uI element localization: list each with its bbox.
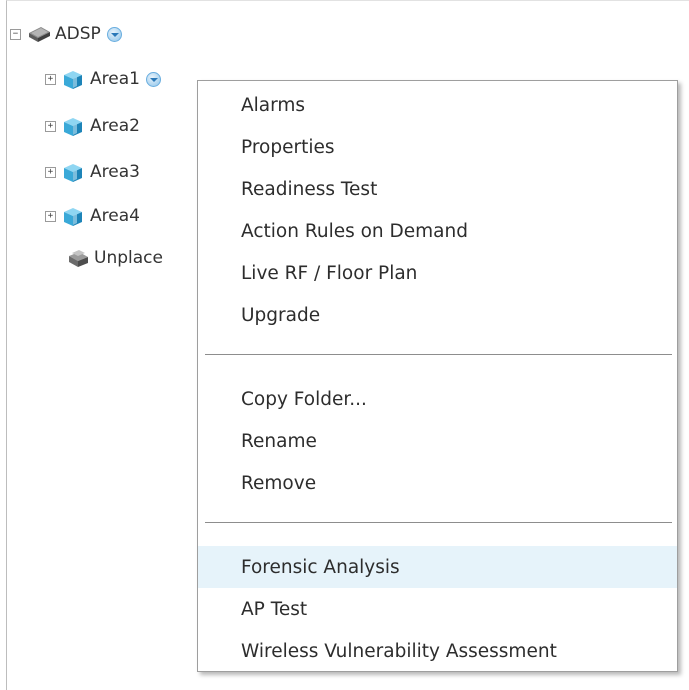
menu-separator [205, 522, 672, 523]
cube-folder-icon [62, 116, 84, 136]
collapse-toggle[interactable]: − [10, 28, 21, 40]
tree-node-label[interactable]: Area2 [90, 116, 140, 136]
tree-node-area1[interactable]: + Area1 [45, 67, 161, 91]
menu-item-ap-test[interactable]: AP Test [198, 589, 677, 629]
menu-item-alarms[interactable]: Alarms [198, 85, 677, 125]
cube-folder-icon [62, 162, 84, 182]
tree-node-label[interactable]: Area1 [90, 69, 140, 89]
unplaced-folder-icon [66, 248, 88, 268]
tree-node-area3[interactable]: + Area3 [45, 160, 140, 184]
server-icon [27, 24, 50, 44]
tree-node-label[interactable]: Unplace [94, 248, 163, 268]
menu-item-wireless-vulnerability-assessment[interactable]: Wireless Vulnerability Assessment [198, 631, 677, 671]
menu-item-readiness-test[interactable]: Readiness Test [198, 169, 677, 209]
menu-item-copy-folder[interactable]: Copy Folder... [198, 379, 677, 419]
menu-item-properties[interactable]: Properties [198, 127, 677, 167]
menu-item-forensic-analysis[interactable]: Forensic Analysis [198, 546, 677, 588]
tree-node-unplaced[interactable]: Unplace [60, 246, 163, 270]
expand-toggle[interactable]: + [45, 73, 56, 85]
cube-folder-icon [62, 206, 84, 226]
node-menu-dropdown[interactable] [145, 71, 161, 87]
menu-item-live-rf-floor-plan[interactable]: Live RF / Floor Plan [198, 253, 677, 293]
menu-item-remove[interactable]: Remove [198, 463, 677, 503]
tree-node-label[interactable]: Area3 [90, 162, 140, 182]
tree-node-area2[interactable]: + Area2 [45, 114, 140, 138]
node-menu-dropdown[interactable] [106, 26, 122, 42]
tree-node-label[interactable]: ADSP [55, 24, 101, 44]
menu-item-action-rules-on-demand[interactable]: Action Rules on Demand [198, 211, 677, 251]
context-menu: Alarms Properties Readiness Test Action … [197, 80, 678, 672]
menu-separator [205, 354, 672, 355]
expand-toggle[interactable]: + [45, 166, 56, 178]
tree-node-label[interactable]: Area4 [90, 206, 140, 226]
menu-item-upgrade[interactable]: Upgrade [198, 295, 677, 335]
expand-toggle[interactable]: + [45, 120, 56, 132]
tree-node-area4[interactable]: + Area4 [45, 204, 140, 228]
menu-item-rename[interactable]: Rename [198, 421, 677, 461]
expand-toggle[interactable]: + [45, 210, 56, 222]
tree-node-adsp[interactable]: − ADSP [10, 22, 122, 46]
cube-folder-icon [62, 69, 84, 89]
